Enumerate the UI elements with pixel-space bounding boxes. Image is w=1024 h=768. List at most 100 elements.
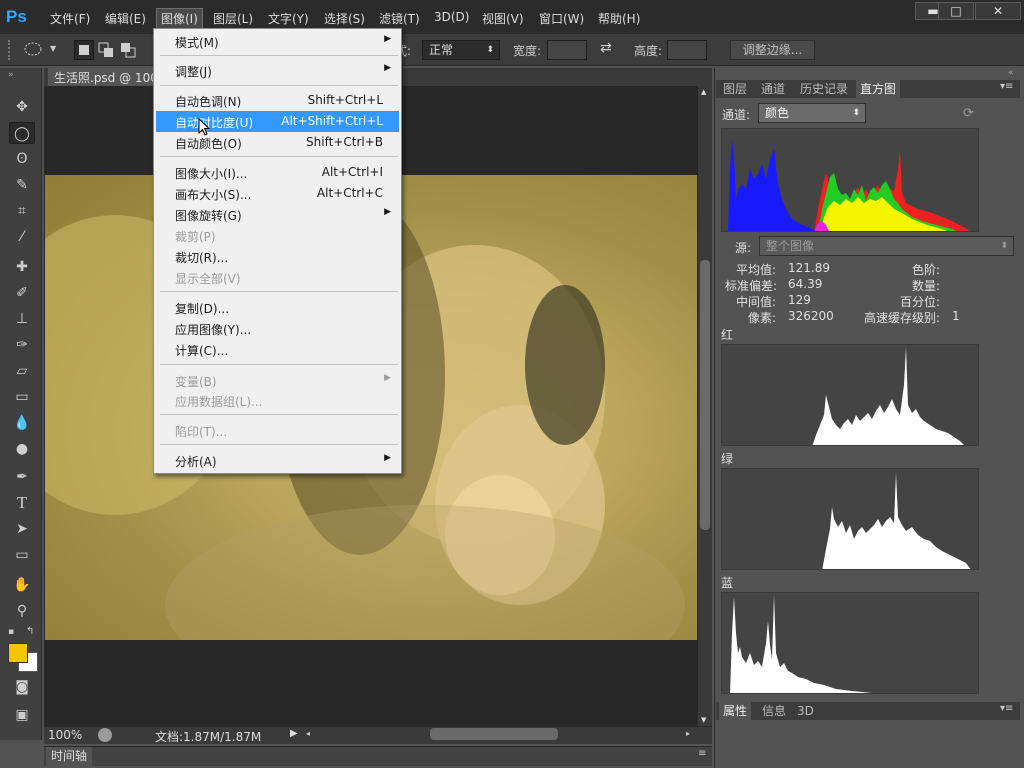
default-colors-icon[interactable]: ▪ xyxy=(8,627,14,637)
pen-tool-icon[interactable]: ✒ xyxy=(9,466,35,488)
hand-tool-icon[interactable]: ✋ xyxy=(9,574,35,596)
crop-tool-icon[interactable]: ⌗ xyxy=(9,200,35,222)
refine-edge-button[interactable]: 调整边缘... xyxy=(730,40,815,60)
vertical-scroll-thumb[interactable] xyxy=(700,260,710,530)
grip-handle[interactable] xyxy=(8,40,16,60)
menu-item-canvas-size[interactable]: 画布大小(S)... Alt+Ctrl+C xyxy=(154,183,401,204)
menu-item-image-rotation[interactable]: 图像旋转(G) ▶ xyxy=(154,204,401,225)
menu-item-variables[interactable]: 变量(B) ▶ xyxy=(154,370,401,391)
panel-menu-icon[interactable]: ≡ xyxy=(698,748,706,759)
new-selection-icon[interactable] xyxy=(74,40,94,60)
ellipse-marquee-preset-icon[interactable] xyxy=(24,41,44,57)
menu-item-auto-color[interactable]: 自动颜色(O) Shift+Ctrl+B xyxy=(154,132,401,153)
swap-icon[interactable]: ⇄ xyxy=(600,40,612,56)
blur-tool-icon[interactable]: 💧 xyxy=(9,412,35,434)
menu-layer[interactable]: 图层(L) xyxy=(209,9,257,28)
scroll-up-icon[interactable]: ▲ xyxy=(701,88,706,96)
menu-3d[interactable]: 3D(D) xyxy=(430,9,473,25)
tab-3d[interactable]: 3D xyxy=(793,702,818,720)
menu-item-analysis[interactable]: 分析(A) ▶ xyxy=(154,450,401,471)
height-input[interactable] xyxy=(667,40,707,60)
restore-button[interactable]: □ xyxy=(938,2,974,20)
panel-expand-icon[interactable]: « xyxy=(1008,68,1014,78)
percentile-label: 百分位: xyxy=(900,295,941,309)
scroll-left-icon[interactable]: ◂ xyxy=(306,729,310,738)
menu-item-mode[interactable]: 模式(M) ▶ xyxy=(154,31,401,52)
chevron-down-icon[interactable]: ▼ xyxy=(50,44,56,53)
move-tool-icon[interactable]: ✥ xyxy=(9,96,35,118)
menu-item-trim[interactable]: 裁切(R)... xyxy=(154,246,401,267)
menu-item-apply-data-set[interactable]: 应用数据组(L)... xyxy=(154,390,401,411)
zoom-level[interactable]: 100% xyxy=(48,728,82,742)
level-label: 色阶: xyxy=(912,263,941,277)
foreground-color-swatch[interactable] xyxy=(8,643,28,663)
tab-history[interactable]: 历史记录 xyxy=(796,80,852,98)
scroll-right-icon[interactable]: ▸ xyxy=(686,729,690,738)
menu-item-reveal-all[interactable]: 显示全部(V) xyxy=(154,267,401,288)
subtract-selection-icon[interactable] xyxy=(118,40,138,60)
timeline-tab[interactable]: 时间轴 xyxy=(46,747,92,766)
menu-image[interactable]: 图像(I) xyxy=(156,8,203,29)
clone-stamp-tool-icon[interactable]: ⊥ xyxy=(9,308,35,330)
horizontal-scroll-thumb[interactable] xyxy=(430,728,558,740)
menu-item-trap[interactable]: 陷印(T)... xyxy=(154,420,401,441)
menu-item-calculations[interactable]: 计算(C)... xyxy=(154,339,401,360)
menu-item-adjust[interactable]: 调整(J) ▶ xyxy=(154,60,401,81)
status-info-icon[interactable] xyxy=(98,728,112,742)
eyedropper-tool-icon[interactable]: ⁄ xyxy=(9,226,35,248)
rectangle-tool-icon[interactable]: ▭ xyxy=(9,544,35,566)
gradient-tool-icon[interactable]: ▭ xyxy=(9,386,35,408)
panel-options-icon[interactable]: ▾≡ xyxy=(1000,703,1013,714)
tab-info[interactable]: 信息 xyxy=(758,702,790,720)
lasso-tool-icon[interactable]: ʘ xyxy=(9,148,35,170)
dodge-tool-icon[interactable]: ● xyxy=(9,438,35,460)
menu-edit[interactable]: 编辑(E) xyxy=(101,9,150,28)
menu-view[interactable]: 视图(V) xyxy=(478,9,528,28)
close-button[interactable]: ✕ xyxy=(975,2,1021,20)
tab-histogram[interactable]: 直方图 xyxy=(856,80,901,98)
channel-select[interactable]: 颜色 ⬍ xyxy=(758,103,866,123)
status-menu-arrow-icon[interactable]: ▶ xyxy=(290,728,298,739)
history-brush-tool-icon[interactable]: ✑ xyxy=(9,334,35,356)
blue-channel-label: 蓝 xyxy=(721,576,734,590)
height-label: 高度: xyxy=(634,44,663,58)
tab-channels[interactable]: 通道 xyxy=(757,80,789,98)
elliptical-marquee-tool-icon[interactable]: ◯ xyxy=(9,122,35,144)
panel-collapse-icon[interactable]: » xyxy=(8,70,14,80)
menu-item-apply-image[interactable]: 应用图像(Y)... xyxy=(154,318,401,339)
menu-filter[interactable]: 滤镜(T) xyxy=(375,9,424,28)
style-select[interactable]: 正常 ⬍ xyxy=(422,40,500,60)
menu-item-image-size[interactable]: 图像大小(I)... Alt+Ctrl+I xyxy=(154,162,401,183)
eraser-tool-icon[interactable]: ▱ xyxy=(9,360,35,382)
width-input[interactable] xyxy=(547,40,587,60)
brush-tool-icon[interactable]: ✐ xyxy=(9,282,35,304)
menu-item-auto-contrast[interactable]: 自动对比度(U) Alt+Shift+Ctrl+L xyxy=(156,111,399,132)
scroll-down-icon[interactable]: ▼ xyxy=(701,716,706,724)
healing-brush-tool-icon[interactable]: ✚ xyxy=(9,256,35,278)
path-selection-tool-icon[interactable]: ➤ xyxy=(9,518,35,540)
source-select[interactable]: 整个图像 ⬍ xyxy=(759,236,1014,256)
add-selection-icon[interactable] xyxy=(96,40,116,60)
type-tool-icon[interactable]: T xyxy=(9,492,35,514)
menu-file[interactable]: 文件(F) xyxy=(46,9,94,28)
tab-layers[interactable]: 图层 xyxy=(719,80,751,98)
menu-item-auto-tone[interactable]: 自动色调(N) Shift+Ctrl+L xyxy=(154,90,401,111)
quick-mask-icon[interactable]: ◙ xyxy=(9,676,35,698)
menu-window[interactable]: 窗口(W) xyxy=(535,9,588,28)
quick-selection-tool-icon[interactable]: ✎ xyxy=(9,174,35,196)
submenu-arrow-icon: ▶ xyxy=(384,34,391,44)
menu-item-crop[interactable]: 裁剪(P) xyxy=(154,225,401,246)
menu-select[interactable]: 选择(S) xyxy=(320,9,369,28)
screen-mode-icon[interactable]: ▣ xyxy=(9,704,35,726)
swap-colors-icon[interactable]: ↰ xyxy=(26,626,34,637)
panel-options-icon[interactable]: ▾≡ xyxy=(1000,81,1013,92)
menu-type[interactable]: 文字(Y) xyxy=(264,9,313,28)
zoom-tool-icon[interactable]: ⚲ xyxy=(9,600,35,622)
tab-properties[interactable]: 属性 xyxy=(719,702,752,720)
menu-separator xyxy=(160,156,398,157)
menu-help[interactable]: 帮助(H) xyxy=(594,9,644,28)
menu-item-duplicate[interactable]: 复制(D)... xyxy=(154,297,401,318)
document-tab[interactable]: 生活照.psd @ 100 xyxy=(48,68,156,88)
histogram-blue xyxy=(721,592,979,694)
refresh-icon[interactable]: ⟳ xyxy=(963,106,974,121)
